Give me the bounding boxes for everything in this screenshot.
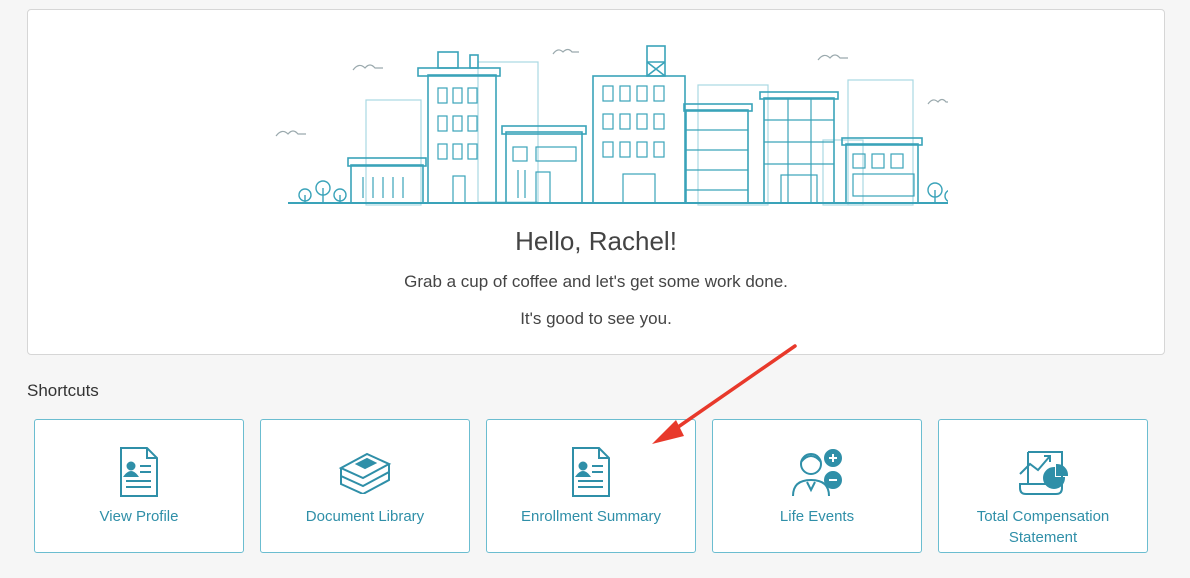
shortcut-label: Enrollment Summary: [520, 508, 662, 525]
shortcut-label: Total Compensation Statement: [976, 508, 1110, 546]
greeting-heading: Hello, Rachel!: [515, 226, 677, 256]
shortcuts-grid: View Profile Document Library Enrollment…: [34, 419, 1148, 553]
chart-scroll-icon: [1015, 444, 1071, 500]
shortcut-label: Life Events: [779, 508, 855, 525]
profile-document-icon: [563, 444, 619, 500]
profile-document-icon: [111, 444, 167, 500]
shortcut-label: Document Library: [305, 508, 425, 525]
welcome-message: Grab a cup of coffee and let's get some …: [404, 272, 788, 291]
welcome-card: Hello, Rachel! Grab a cup of coffee and …: [27, 9, 1165, 355]
shortcut-life-events[interactable]: Life Events: [712, 419, 922, 553]
city-illustration: [275, 45, 948, 206]
shortcut-view-profile[interactable]: View Profile: [34, 419, 244, 553]
person-plus-minus-icon: [789, 444, 845, 500]
shortcut-total-compensation-statement[interactable]: Total Compensation Statement: [938, 419, 1148, 553]
shortcut-enrollment-summary[interactable]: Enrollment Summary: [486, 419, 696, 553]
books-icon: [337, 444, 393, 500]
shortcut-document-library[interactable]: Document Library: [260, 419, 470, 553]
welcome-submessage: It's good to see you.: [520, 309, 672, 328]
shortcut-label: View Profile: [99, 508, 179, 525]
shortcuts-heading: Shortcuts: [27, 381, 99, 400]
